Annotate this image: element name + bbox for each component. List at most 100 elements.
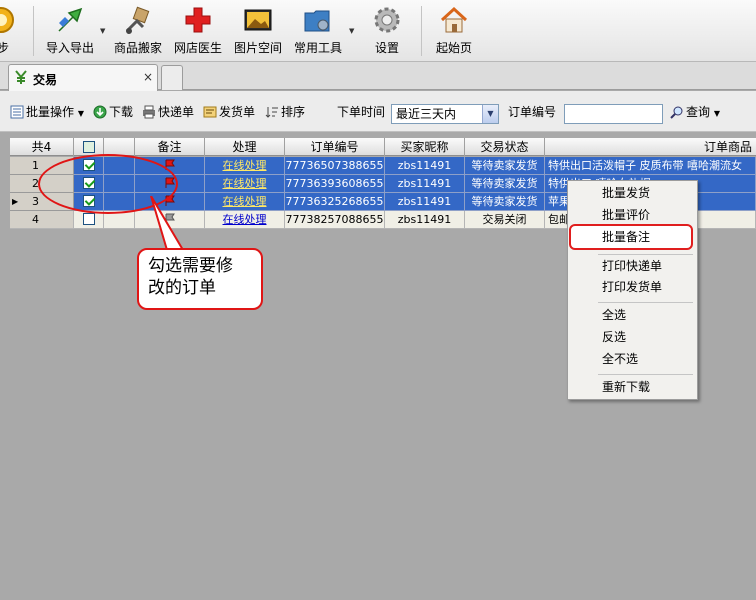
express-bill-label: 快递单 — [158, 105, 195, 119]
menu-item-redownload[interactable]: 重新下载 — [602, 378, 650, 396]
download-label: 下载 — [109, 105, 134, 119]
home-icon — [440, 6, 468, 33]
online-handle-link[interactable]: 在线处理 — [223, 213, 267, 226]
header-order-no: 订单编号 — [285, 138, 385, 156]
menu-item-invert[interactable]: 反选 — [602, 328, 626, 346]
chevron-down-icon[interactable]: ▼ — [482, 105, 498, 123]
toolbar-sync-label: 步 — [0, 41, 9, 55]
callout-pointer — [150, 196, 185, 251]
annotation-bubble: 勾选需要修 改的订单 — [137, 248, 263, 310]
tools-folder-icon — [304, 10, 330, 32]
gear-icon — [374, 7, 400, 33]
toolbar-move-products-button[interactable]: 商品搬家 — [112, 0, 164, 62]
header-status: 交易状态 — [465, 138, 545, 156]
search-icon — [670, 106, 683, 119]
row-order-no: 77736507388655 — [285, 157, 385, 175]
sort-label: 排序 — [281, 105, 306, 119]
header-note: 备注 — [135, 138, 205, 156]
row-buyer: zbs11491 — [385, 157, 465, 175]
row-order-no: 77738257088655 — [285, 211, 385, 229]
chevron-down-icon: ▼ — [713, 109, 720, 118]
tab-trade-label: 交易 — [33, 73, 58, 87]
trade-icon — [15, 70, 27, 84]
header-handle: 处理 — [205, 138, 285, 156]
row-buyer: zbs11491 — [385, 193, 465, 211]
row-buyer: zbs11491 — [385, 211, 465, 229]
chevron-down-icon: ▼ — [77, 109, 84, 118]
new-tab-button[interactable] — [161, 65, 183, 90]
toolbar-separator — [421, 6, 422, 56]
order-time-value: 最近三天内 — [396, 107, 457, 121]
sort-icon — [265, 107, 278, 118]
order-no-input[interactable] — [564, 104, 663, 124]
row-product: 特供出口活泼帽子 皮质布带 嘻哈潮流女 — [545, 157, 756, 175]
chevron-down-icon[interactable]: ▼ — [100, 27, 105, 35]
online-handle-link[interactable]: 在线处理 — [223, 159, 267, 172]
header-product: 订单商品 — [703, 140, 752, 154]
batch-operations-button[interactable]: 批量操作 ▼ — [10, 104, 84, 120]
main-toolbar: 步 导入导出 ▼ 商品搬家 网店医生 图片空间 常用工具 ▼ 设置 起始页 — [0, 0, 756, 62]
query-button[interactable]: 查询 ▼ — [670, 104, 720, 120]
menu-separator — [598, 374, 693, 375]
menu-item-batch-ship[interactable]: 批量发货 — [602, 184, 650, 202]
toolbar-import-export-button[interactable]: 导入导出 ▼ — [42, 0, 105, 62]
toolbar-move-products-label: 商品搬家 — [113, 41, 162, 55]
toolbar-shop-doctor-label: 网店医生 — [173, 41, 222, 55]
header-count: 共4 — [10, 138, 74, 156]
menu-item-batch-note[interactable]: 批量备注 — [602, 228, 650, 246]
toolbar-picture-space-button[interactable]: 图片空间 — [232, 0, 284, 62]
toolbar-settings-label: 设置 — [374, 41, 399, 55]
toolbar-home-label: 起始页 — [435, 41, 472, 55]
header-buyer: 买家昵称 — [385, 138, 465, 156]
annotation-line-2: 改的订单 — [148, 278, 216, 298]
delivery-bill-button[interactable]: 发货单 — [203, 104, 255, 120]
row-status: 等待卖家发货 — [465, 175, 545, 193]
menu-item-batch-rate[interactable]: 批量评价 — [602, 206, 650, 224]
row-checkbox[interactable] — [82, 213, 95, 225]
order-time-label: 下单时间 — [337, 105, 386, 119]
row-handle-cell: 在线处理 — [205, 193, 285, 211]
order-no-label: 订单编号 — [508, 105, 557, 119]
toolbar-picture-space-label: 图片空间 — [233, 41, 282, 55]
toolbar-shop-doctor-button[interactable]: 网店医生 — [172, 0, 224, 62]
download-icon — [93, 105, 107, 119]
menu-item-select-all[interactable]: 全选 — [602, 306, 626, 324]
batch-list-icon — [10, 105, 24, 119]
annotation-line-1: 勾选需要修 — [148, 256, 233, 276]
toolbar-common-tools-label: 常用工具 — [293, 41, 342, 55]
menu-item-select-none[interactable]: 全不选 — [602, 350, 638, 368]
online-handle-link[interactable]: 在线处理 — [223, 195, 267, 208]
select-all-checkbox[interactable] — [82, 141, 95, 153]
delivery-bill-icon — [203, 106, 217, 118]
row-index: 4 — [10, 211, 74, 229]
menu-item-print-delivery[interactable]: 打印发货单 — [602, 278, 662, 296]
menu-item-print-express[interactable]: 打印快递单 — [602, 257, 662, 275]
toolbar-sync-button[interactable]: 步 — [0, 0, 18, 62]
online-handle-link[interactable]: 在线处理 — [223, 177, 267, 190]
download-button[interactable]: 下载 — [93, 104, 133, 120]
menu-separator — [598, 254, 693, 255]
context-menu: 批量发货 批量评价 批量备注 打印快递单 打印发货单 全选 反选 全不选 重新下… — [567, 180, 698, 400]
batch-operations-label: 批量操作 — [26, 105, 75, 119]
toolbar-settings-button[interactable]: 设置 — [363, 0, 411, 62]
order-time-select[interactable]: 最近三天内 ▼ — [391, 104, 499, 124]
picture-icon — [244, 9, 272, 31]
import-export-icon — [58, 7, 83, 32]
toolbar-common-tools-button[interactable]: 常用工具 ▼ — [292, 0, 354, 62]
chevron-down-icon[interactable]: ▼ — [349, 27, 354, 35]
express-bill-button[interactable]: 快递单 — [142, 104, 194, 120]
tab-trade[interactable]: 交易 × — [8, 64, 158, 91]
row-status: 等待卖家发货 — [465, 157, 545, 175]
grid-header: 共4 备注 处理 订单编号 买家昵称 交易状态 订单商品 — [10, 138, 756, 156]
toolbar-home-button[interactable]: 起始页 — [430, 0, 478, 62]
toolbar-import-export-label: 导入导出 — [45, 41, 94, 55]
row-handle-cell: 在线处理 — [205, 175, 285, 193]
sort-button[interactable]: 排序 — [265, 104, 305, 120]
row-handle-cell: 在线处理 — [205, 211, 285, 229]
row-buyer: zbs11491 — [385, 175, 465, 193]
toolbar-separator — [33, 6, 34, 56]
red-cross-icon — [185, 7, 211, 33]
row-status: 等待卖家发货 — [465, 193, 545, 211]
current-row-marker-icon: ▶ — [12, 197, 19, 206]
close-icon[interactable]: × — [143, 70, 153, 84]
